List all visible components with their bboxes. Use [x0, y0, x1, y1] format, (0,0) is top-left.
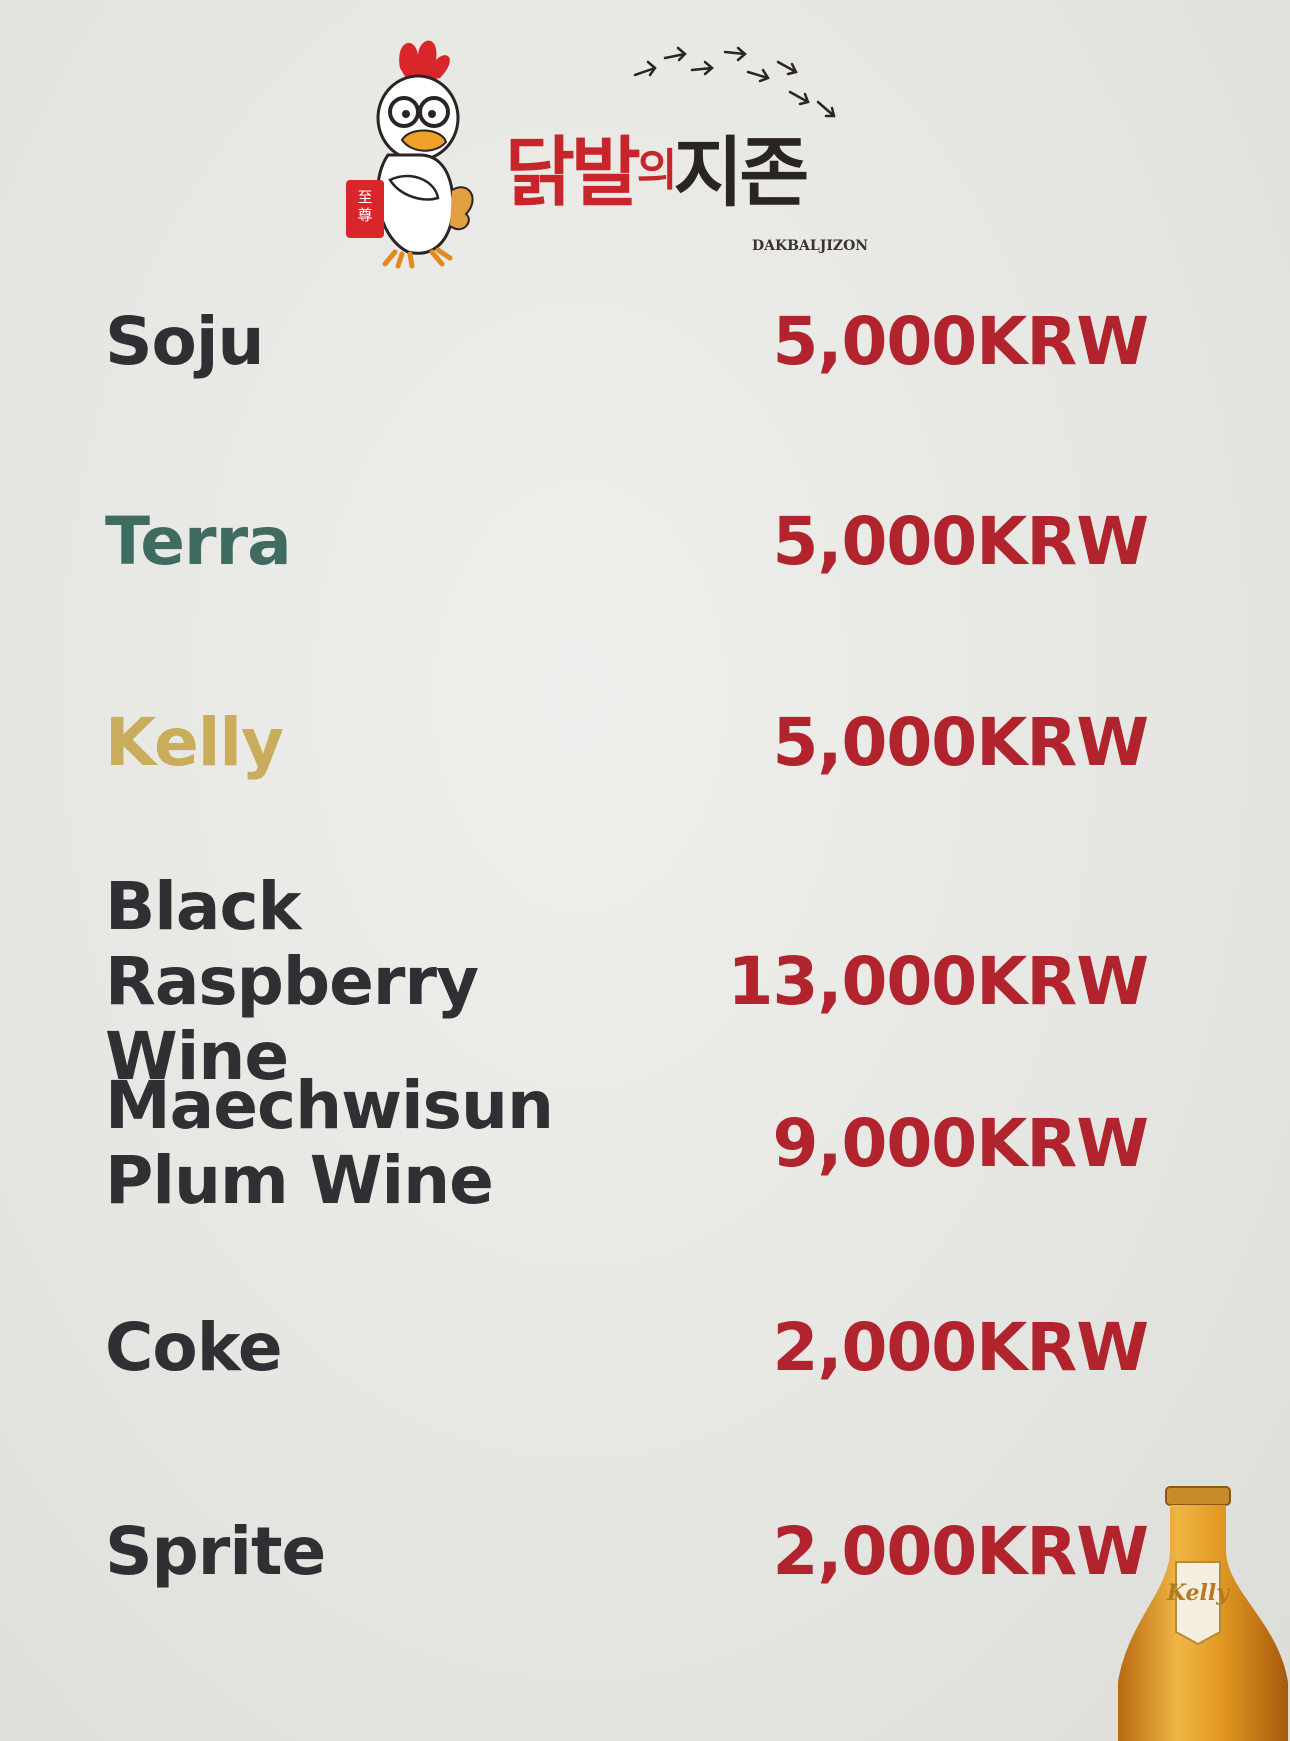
menu-item-sprite: Sprite 2,000KRW — [105, 1513, 1149, 1590]
item-price: 2,000KRW — [772, 1513, 1149, 1590]
bottle-label: Kelly — [1166, 1580, 1231, 1606]
item-price: 13,000KRW — [727, 943, 1149, 1020]
menu-item-soju: Soju 5,000KRW — [105, 303, 1149, 380]
item-price: 5,000KRW — [772, 704, 1149, 781]
item-price: 5,000KRW — [772, 503, 1149, 580]
menu-item-maechwisun-plum-wine: Maechwisun Plum Wine 9,000KRW — [105, 1067, 1149, 1219]
menu-item-kelly: Kelly 5,000KRW — [105, 704, 1149, 781]
drink-menu: Soju 5,000KRW Terra 5,000KRW Kelly 5,000… — [0, 0, 1290, 1741]
item-name: Maechwisun Plum Wine — [105, 1067, 554, 1219]
item-name: Sprite — [105, 1513, 326, 1590]
item-name: Kelly — [105, 704, 284, 781]
menu-item-black-raspberry-wine: Black Raspberry Wine 13,000KRW — [105, 868, 1149, 1095]
kelly-beer-bottle-icon: Kelly — [1118, 1486, 1288, 1741]
menu-item-coke: Coke 2,000KRW — [105, 1309, 1149, 1386]
item-name: Soju — [105, 303, 265, 380]
item-price: 9,000KRW — [772, 1104, 1149, 1182]
menu-item-terra: Terra 5,000KRW — [105, 503, 1149, 580]
item-price: 2,000KRW — [772, 1309, 1149, 1386]
item-name: Coke — [105, 1309, 283, 1386]
item-name: Terra — [105, 503, 292, 580]
item-name: Black Raspberry Wine — [105, 868, 479, 1095]
item-price: 5,000KRW — [772, 303, 1149, 380]
